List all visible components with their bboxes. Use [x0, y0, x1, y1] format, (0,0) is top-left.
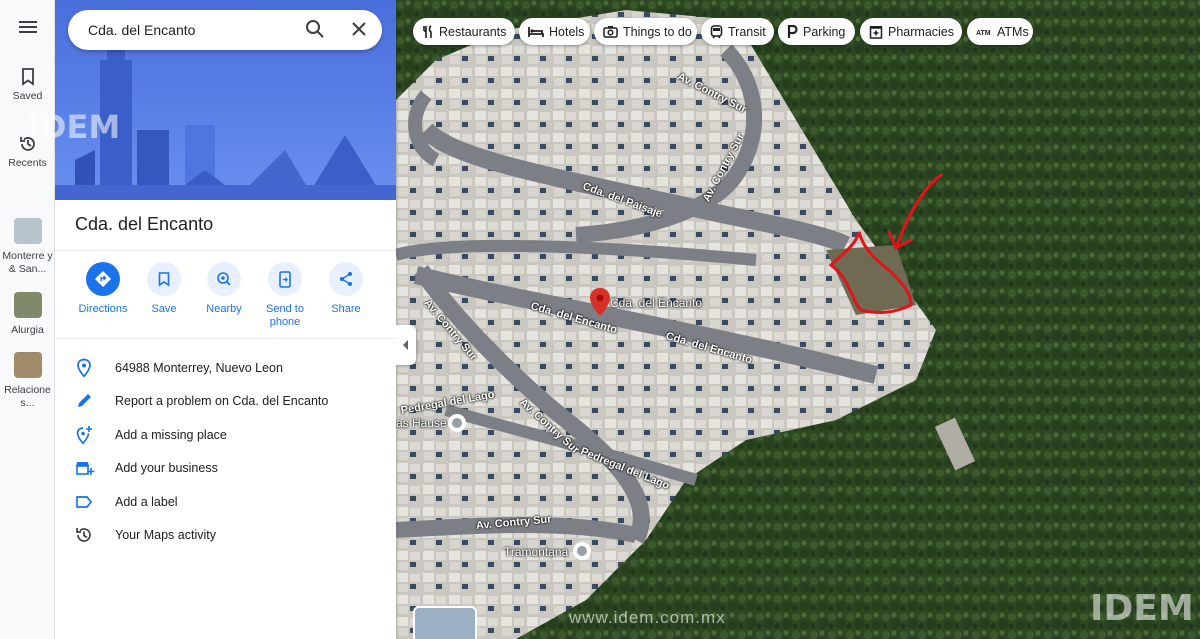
train-icon [710, 24, 723, 39]
add-label-text: Add a label [115, 494, 178, 509]
recent-thumbnail [13, 218, 42, 244]
place-title: Cda. del Encanto [75, 214, 214, 234]
svg-text:ATM: ATM [976, 30, 991, 37]
recent-item-label: Alurgia [11, 324, 44, 336]
add-missing-place-text: Add a missing place [115, 427, 227, 442]
share-icon [340, 272, 352, 286]
add-business-icon [76, 462, 95, 476]
search-input[interactable] [88, 19, 298, 41]
address-row[interactable]: 64988 Monterrey, Nuevo Leon [55, 352, 396, 385]
chip-pharmacies[interactable]: Pharmacies [860, 18, 962, 45]
search-box [68, 10, 382, 50]
nearby-label: Nearby [206, 303, 242, 315]
action-bar: Directions Save Nearby Send to phone Sha… [73, 262, 383, 332]
brand-watermark: IDEM [1090, 588, 1194, 629]
search-icon[interactable] [305, 19, 325, 39]
bookmark-icon [158, 271, 170, 286]
layers-button[interactable] [413, 606, 477, 639]
recent-item-label: Monterre y & San... [2, 250, 53, 275]
recent-item-monterrey[interactable]: Monterre y & San... [0, 218, 55, 276]
fork-knife-icon [423, 24, 432, 38]
report-problem-text: Report a problem on Cda. del Encanto [115, 394, 329, 409]
phone-icon [279, 270, 291, 288]
directions-label: Directions [78, 303, 128, 315]
saved-label: Saved [12, 90, 43, 102]
parking-icon [787, 24, 798, 38]
satellite-imagery [396, 0, 1200, 639]
save-button[interactable]: Save [134, 262, 194, 316]
address-text: 64988 Monterrey, Nuevo Leon [115, 361, 283, 375]
chip-label: Restaurants [439, 24, 507, 39]
pharmacy-icon [869, 25, 883, 39]
menu-icon [18, 21, 37, 33]
collapse-panel-button[interactable] [396, 325, 416, 365]
nearby-icon [217, 272, 231, 286]
saved-button[interactable]: Saved [0, 68, 55, 103]
place-marker-label[interactable]: Cda. del Encanto [610, 296, 702, 310]
left-rail: Saved Recents Monterre y & San... Alurgi… [0, 0, 55, 639]
send-to-phone-label: Send to phone [266, 303, 304, 328]
add-business-text: Add your business [115, 461, 218, 476]
add-label-row[interactable]: Add a label [55, 486, 396, 519]
report-problem-row[interactable]: Report a problem on Cda. del Encanto [55, 385, 396, 418]
camera-icon [603, 26, 618, 38]
brand-watermark: IDEM [28, 108, 121, 146]
send-to-phone-button[interactable]: Send to phone [255, 262, 315, 329]
chip-things-to-do[interactable]: Things to do [594, 18, 697, 45]
share-button[interactable]: Share [316, 262, 376, 316]
bed-icon [528, 26, 544, 37]
add-business-row[interactable]: Add your business [55, 452, 396, 485]
nearby-button[interactable]: Nearby [194, 262, 254, 316]
location-pin-icon [77, 358, 91, 378]
pencil-icon [78, 394, 91, 408]
directions-button[interactable]: Directions [73, 262, 133, 316]
satellite-map[interactable]: Restaurants Hotels Things to do Transit … [396, 0, 1200, 639]
recent-thumbnail [13, 352, 42, 378]
recent-thumbnail [13, 292, 42, 318]
chip-label: Pharmacies [888, 24, 954, 39]
atm-icon: ATM [976, 30, 991, 37]
info-list: 64988 Monterrey, Nuevo Leon Report a pro… [55, 352, 396, 552]
chip-transit[interactable]: Transit [701, 18, 774, 45]
add-location-icon [76, 425, 92, 445]
url-watermark: www.idem.com.mx [569, 608, 726, 627]
maps-activity-row[interactable]: Your Maps activity [55, 519, 396, 552]
tramontana-label[interactable]: Tramontana [504, 545, 568, 559]
chip-label: Hotels [549, 24, 585, 39]
share-label: Share [331, 303, 361, 315]
chip-hotels[interactable]: Hotels [519, 18, 590, 45]
recent-item-alurgia[interactable]: Alurgia [0, 292, 55, 337]
recent-item-label: Relacione s... [4, 384, 51, 409]
chevron-left-icon [403, 340, 408, 350]
add-missing-place-row[interactable]: Add a missing place [55, 419, 396, 452]
divider [55, 250, 396, 251]
menu-button[interactable] [0, 20, 55, 38]
chip-parking[interactable]: Parking [778, 18, 855, 45]
close-icon[interactable] [350, 20, 368, 38]
chip-label: Transit [728, 24, 766, 39]
label-icon [76, 495, 93, 508]
divider [55, 338, 396, 339]
place-panel: Cda. del Encanto Directions Save Nearby … [55, 0, 396, 639]
chip-label: Parking [803, 24, 846, 39]
maps-activity-text: Your Maps activity [115, 527, 216, 542]
chip-label: Things to do [623, 24, 692, 39]
recents-label: Recents [8, 157, 47, 169]
chip-restaurants[interactable]: Restaurants [413, 18, 515, 45]
directions-icon [95, 271, 111, 287]
chip-label: ATMs [997, 24, 1029, 39]
history-icon [76, 527, 91, 542]
save-label: Save [151, 303, 177, 315]
chip-atms[interactable]: ATM ATMs [967, 18, 1033, 45]
recent-item-relaciones[interactable]: Relacione s... [0, 352, 55, 410]
casa-hause-label[interactable]: as Hause [396, 416, 447, 430]
bookmark-icon [21, 68, 34, 86]
